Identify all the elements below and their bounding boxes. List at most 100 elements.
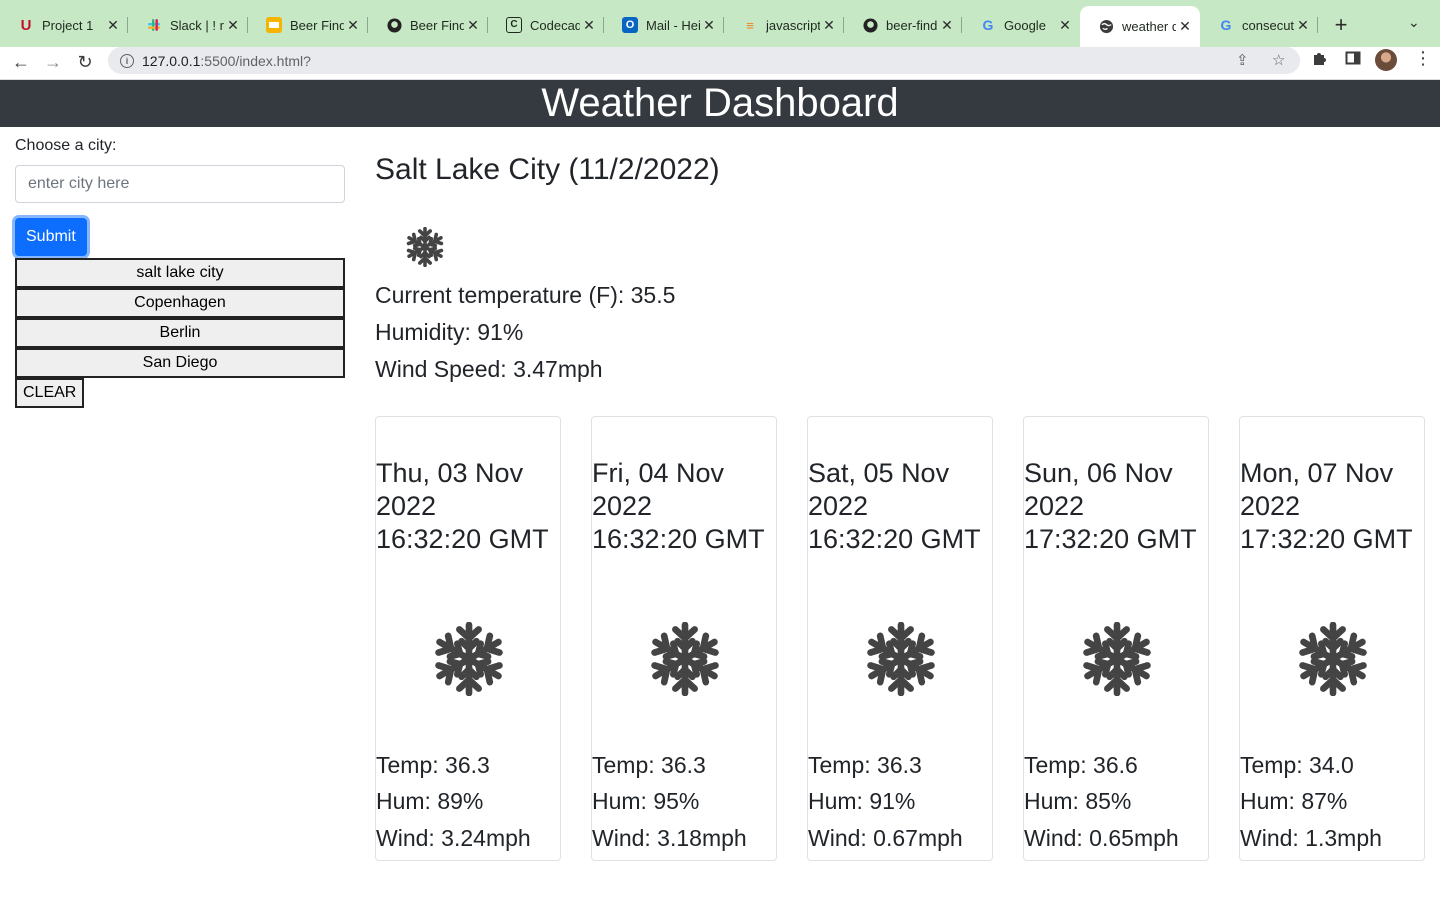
search-sidebar: Choose a city: Submit salt lake city Cop… [15,137,345,408]
search-history-list: salt lake city Copenhagen Berlin San Die… [15,258,345,378]
extensions-puzzle-icon[interactable] [1312,50,1328,71]
close-tab-icon[interactable]: ✕ [938,17,956,34]
chevron-down-icon[interactable]: ⌄ [1408,14,1420,31]
url-host: 127.0.0.1 [142,52,201,69]
slack-icon [146,17,162,33]
forecast-temp: Temp: 36.6 [1024,752,1138,778]
close-tab-icon[interactable]: ✕ [344,17,362,34]
browser-tab[interactable]: G consecuti ✕ [1200,8,1318,42]
forecast-temp: Temp: 36.3 [592,752,706,778]
forecast-humidity: Hum: 85% [1024,788,1132,814]
submit-button[interactable]: Submit [15,218,87,256]
close-tab-icon[interactable]: ✕ [820,17,838,34]
bookmark-star-icon[interactable]: ☆ [1272,51,1285,69]
forecast-date: Sat, 05 Nov 2022 16:32:20 GMT [808,458,981,554]
side-panel-icon[interactable] [1345,50,1361,71]
forecast-humidity: Hum: 91% [808,788,916,814]
close-tab-icon[interactable]: ✕ [580,17,598,34]
github-icon [386,17,402,33]
forecast-wind: Wind: 0.65mph [1024,825,1179,851]
google-icon: G [1220,17,1232,33]
clear-history-button[interactable]: CLEAR [15,378,85,408]
url-path: :5500/index.html? [200,52,311,69]
forecast-card: Mon, 07 Nov 2022 17:32:20 GMT Temp: 34.0 H… [1239,416,1425,861]
back-arrow-icon[interactable]: ← [8,49,34,75]
forecast-card: Thu, 03 Nov 2022 16:32:20 GMT Temp: 36.3 H… [375,416,561,861]
browser-tab-bar: U Project 1 ✕ Slack | ! r ✕ Beer Find ✕ … [0,0,1440,47]
slides-icon [266,17,282,33]
forecast-wind: Wind: 1.3mph [1240,825,1382,851]
forecast-temp: Temp: 34.0 [1240,752,1354,778]
forecast-wind: Wind: 3.18mph [592,825,747,851]
forecast-humidity: Hum: 87% [1240,788,1348,814]
history-city-button[interactable]: San Diego [15,348,345,378]
browser-toolbar: ← → ↻ i 127.0.0.1:5500/index.html? ⇪ ☆ ⋮ [0,47,1440,80]
browser-tab[interactable]: Beer Find ✕ [368,8,488,42]
browser-tab[interactable]: G Google ✕ [962,8,1080,42]
forecast-humidity: Hum: 89% [376,788,484,814]
forecast-wind: Wind: 3.24mph [376,825,531,851]
snowflake-icon [648,621,722,697]
snowflake-icon [1080,621,1154,697]
current-stats: Current temperature (F): 35.5 Humidity: … [375,277,1425,388]
current-temperature: Current temperature (F): 35.5 [375,282,676,308]
close-tab-icon[interactable]: ✕ [1294,17,1312,34]
close-tab-icon[interactable]: ✕ [1176,18,1194,35]
browser-tab-active[interactable]: weather d ✕ [1080,6,1200,47]
u-logo-icon: U [20,16,32,34]
browser-tab[interactable]: Slack | ! r ✕ [128,8,248,42]
address-bar[interactable]: i 127.0.0.1:5500/index.html? ⇪ ☆ [108,47,1300,74]
city-search-input[interactable] [15,165,345,203]
profile-avatar[interactable] [1375,49,1397,71]
current-wind-speed: Wind Speed: 3.47mph [375,356,603,382]
stackoverflow-icon: ≡ [746,17,754,33]
snowflake-icon [1296,621,1370,697]
globe-icon [1098,19,1114,35]
browser-tab[interactable]: U Project 1 ✕ [0,8,128,42]
snowflake-icon [405,226,445,268]
reload-icon[interactable]: ↻ [72,49,98,75]
forecast-wind: Wind: 0.67mph [808,825,963,851]
snowflake-icon [432,621,506,697]
forecast-temp: Temp: 36.3 [808,752,922,778]
forecast-date: Thu, 03 Nov 2022 16:32:20 GMT [376,458,549,554]
forecast-cards: Thu, 03 Nov 2022 16:32:20 GMT Temp: 36.3 H… [375,416,1425,861]
snowflake-icon [864,621,938,697]
browser-tab[interactable]: Beer Find ✕ [248,8,368,42]
google-icon: G [982,17,994,33]
history-city-button[interactable]: Copenhagen [15,288,345,318]
forecast-date: Fri, 04 Nov 2022 16:32:20 GMT [592,458,765,554]
current-city-title: Salt Lake City (11/2/2022) [375,153,720,186]
info-icon[interactable]: i [120,53,134,68]
github-icon [862,17,878,33]
browser-tab[interactable]: ≡ javascript ✕ [724,8,844,42]
history-city-button[interactable]: Berlin [15,318,345,348]
codecademy-icon: C [506,17,522,33]
forecast-card: Sun, 06 Nov 2022 17:32:20 GMT Temp: 36.6 H… [1023,416,1209,861]
forecast-date: Sun, 06 Nov 2022 17:32:20 GMT [1024,458,1197,554]
browser-tab[interactable]: O Mail - Hei ✕ [604,8,724,42]
new-tab-icon[interactable]: + [1330,12,1352,38]
close-tab-icon[interactable]: ✕ [224,17,242,34]
close-tab-icon[interactable]: ✕ [464,17,482,34]
forecast-humidity: Hum: 95% [592,788,700,814]
current-weather: Salt Lake City (11/2/2022) Current tempe… [375,150,1425,388]
city-label: Choose a city: [15,137,117,154]
page-header: Weather Dashboard [0,80,1440,127]
close-tab-icon[interactable]: ✕ [700,17,718,34]
close-tab-icon[interactable]: ✕ [104,17,122,34]
outlook-icon: O [622,17,638,33]
close-tab-icon[interactable]: ✕ [1056,17,1074,34]
forecast-card: Sat, 05 Nov 2022 16:32:20 GMT Temp: 36.3 H… [807,416,993,861]
history-city-button[interactable]: salt lake city [15,258,345,288]
browser-tab[interactable]: C Codecade ✕ [488,8,604,42]
forward-arrow-icon[interactable]: → [40,49,66,75]
forecast-temp: Temp: 36.3 [376,752,490,778]
current-humidity: Humidity: 91% [375,319,524,345]
forecast-date: Mon, 07 Nov 2022 17:32:20 GMT [1240,458,1413,554]
more-menu-icon[interactable]: ⋮ [1414,48,1432,69]
browser-tab[interactable]: beer-find ✕ [844,8,962,42]
page-title: Weather Dashboard [541,81,899,125]
forecast-card: Fri, 04 Nov 2022 16:32:20 GMT Temp: 36.3 H… [591,416,777,861]
share-icon[interactable]: ⇪ [1236,51,1249,69]
